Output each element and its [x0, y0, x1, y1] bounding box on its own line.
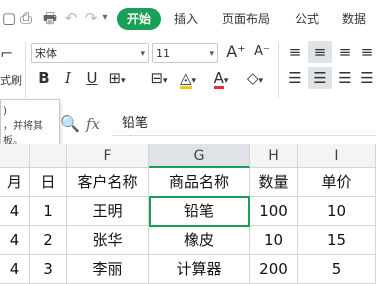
table-cell[interactable]: 张华: [67, 226, 149, 255]
format-painter-label[interactable]: 式刷: [0, 72, 22, 88]
new-icon[interactable]: ▢: [0, 9, 18, 27]
cell-header-month[interactable]: 月: [0, 168, 30, 197]
table-cell[interactable]: 200: [250, 255, 298, 284]
tooltip-line: ，并将其: [3, 121, 43, 132]
column-header-h[interactable]: H: [250, 144, 298, 168]
align-center-button[interactable]: ☰: [308, 67, 332, 89]
format-painter-icon[interactable]: ⌐: [0, 44, 18, 66]
shrink-font-button[interactable]: A⁻: [252, 41, 272, 63]
column-header-g[interactable]: G: [149, 144, 250, 168]
paint-bucket-icon: ◬: [179, 69, 192, 89]
quick-access-dropdown-icon[interactable]: ▾: [96, 9, 114, 27]
chevron-down-icon: ▾: [223, 76, 229, 86]
table-cell[interactable]: 5: [298, 255, 376, 284]
cell-header-product[interactable]: 商品名称: [149, 168, 250, 197]
justify-icon: ☰: [360, 69, 374, 87]
tab-formulas[interactable]: 公式: [295, 11, 319, 27]
zoom-search-icon[interactable]: 🔍: [60, 114, 80, 134]
table-cell[interactable]: 李丽: [67, 255, 149, 284]
underline-button[interactable]: U: [82, 67, 102, 89]
borders-icon: ⊞: [108, 69, 122, 87]
italic-button[interactable]: I: [58, 67, 78, 89]
ribbon-separator: [25, 42, 26, 98]
chevron-down-icon: ▾: [209, 49, 214, 59]
chevron-down-icon: ▾: [163, 76, 168, 86]
cell-header-quantity[interactable]: 数量: [250, 168, 298, 197]
font-size-select[interactable]: 11 ▾: [152, 43, 218, 63]
table-cell[interactable]: 2: [30, 226, 67, 255]
active-cell-border: [149, 196, 250, 227]
column-header-blank[interactable]: [0, 144, 30, 168]
merge-format-button[interactable]: ⊟▾: [144, 67, 174, 92]
font-name-value: 宋体: [35, 47, 57, 60]
cell-header-customer[interactable]: 客户名称: [67, 168, 149, 197]
table-cell[interactable]: 计算器: [149, 255, 250, 284]
borders-button[interactable]: ⊞▾: [106, 67, 128, 92]
tab-insert[interactable]: 插入: [174, 11, 198, 27]
grow-font-button[interactable]: A⁺: [226, 41, 246, 63]
menu-bar: ▢ ⎙ 🖶 ↶ ↷ ▾ 开始 插入 页面布局 公式 数据: [0, 0, 376, 38]
chevron-down-icon: ▾: [191, 76, 197, 86]
formula-input[interactable]: 铅笔: [112, 112, 376, 136]
table-cell[interactable]: 4: [0, 255, 30, 284]
align-left-button[interactable]: ☰: [284, 67, 306, 89]
table-cell[interactable]: 15: [298, 226, 376, 255]
table-cell[interactable]: 10: [298, 197, 376, 226]
align-bottom-button[interactable]: ≡: [334, 41, 356, 63]
insert-function-button[interactable]: fx: [86, 114, 110, 134]
chevron-down-icon: ▾: [258, 76, 264, 86]
align-left-icon: ☰: [288, 69, 302, 87]
table-cell[interactable]: 4: [0, 197, 30, 226]
merge-icon: ⊟: [150, 69, 164, 87]
fill-color-button[interactable]: ◬▾: [172, 67, 204, 92]
table-cell[interactable]: 4: [0, 226, 30, 255]
cell-header-day[interactable]: 日: [30, 168, 67, 197]
column-header-blank[interactable]: [30, 144, 67, 168]
chevron-down-icon: ▾: [121, 76, 126, 86]
eraser-icon: ◇: [246, 69, 259, 87]
align-bottom-icon: ≡: [338, 43, 352, 61]
table-cell[interactable]: 10: [250, 226, 298, 255]
table-cell[interactable]: 3: [30, 255, 67, 284]
column-header-i[interactable]: I: [298, 144, 376, 168]
undo-icon[interactable]: ↶: [62, 9, 80, 27]
tab-page-layout[interactable]: 页面布局: [222, 11, 270, 27]
align-middle-button[interactable]: ≡: [308, 41, 332, 63]
ribbon-home: ⌐ 式刷 宋体 ▾ 11 ▾ A⁺ A⁻ B I U ⊞▾ ⊟▾ ◬▾ A▾ ◇…: [0, 38, 376, 102]
orientation-button[interactable]: ≡: [358, 41, 376, 63]
tab-home[interactable]: 开始: [117, 8, 161, 30]
bold-button[interactable]: B: [34, 67, 54, 89]
table-cell[interactable]: 100: [250, 197, 298, 226]
print-preview-icon[interactable]: ⎙: [17, 9, 35, 27]
font-color-letter: A: [213, 69, 224, 89]
align-right-icon: ☰: [338, 69, 352, 87]
table-cell[interactable]: 1: [30, 197, 67, 226]
font-name-select[interactable]: 宋体 ▾: [31, 43, 149, 63]
clear-button[interactable]: ◇▾: [240, 67, 270, 92]
align-top-icon: ≡: [288, 43, 302, 61]
font-size-value: 11: [156, 47, 170, 60]
orientation-icon: ≡: [360, 43, 374, 61]
align-top-button[interactable]: ≡: [284, 41, 306, 63]
tooltip-line: ): [3, 106, 7, 117]
cell-header-price[interactable]: 单价: [298, 168, 376, 197]
tab-data[interactable]: 数据: [342, 11, 366, 27]
justify-button[interactable]: ☰: [358, 67, 376, 89]
table-cell[interactable]: 橡皮: [149, 226, 250, 255]
align-middle-icon: ≡: [313, 43, 327, 61]
column-header-f[interactable]: F: [67, 144, 149, 168]
table-cell[interactable]: 王明: [67, 197, 149, 226]
align-right-button[interactable]: ☰: [334, 67, 356, 89]
ribbon-separator: [278, 42, 279, 98]
align-center-icon: ☰: [313, 69, 327, 87]
font-color-button[interactable]: A▾: [206, 67, 236, 92]
chevron-down-icon: ▾: [140, 49, 145, 59]
print-icon[interactable]: 🖶: [41, 9, 59, 27]
